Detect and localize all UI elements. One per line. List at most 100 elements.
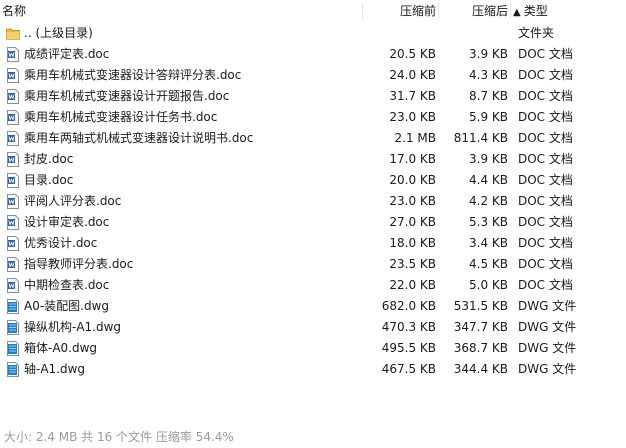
file-name: 优秀设计.doc — [24, 236, 98, 250]
file-packed-size: 4.5 KB — [469, 257, 508, 271]
file-size: 31.7 KB — [389, 89, 436, 103]
file-size: 24.0 KB — [389, 68, 436, 82]
file-packed-size: 4.4 KB — [469, 173, 508, 187]
file-packed-size: 5.0 KB — [469, 278, 508, 292]
file-type: DOC 文档 — [518, 110, 573, 124]
file-type: DOC 文档 — [518, 47, 573, 61]
file-type: DOC 文档 — [518, 194, 573, 208]
column-header-packed-size[interactable]: 压缩后 — [438, 0, 510, 22]
file-name: 乘用车机械式变速器设计答辩评分表.doc — [24, 68, 242, 82]
file-row[interactable]: 评阅人评分表.doc 23.0 KB 4.2 KB DOC 文档 — [0, 191, 626, 212]
file-name: 箱体-A0.dwg — [24, 341, 98, 355]
file-type: DOC 文档 — [518, 89, 573, 103]
file-packed-size: 368.7 KB — [453, 341, 508, 355]
archive-window: 名称 压缩前 压缩后 ▲ 类型 .. (上级目录) 文件夹成绩评定表.doc 20.5… — [0, 0, 626, 448]
doc-file-icon — [7, 194, 19, 209]
file-row[interactable]: 操纵机构-A1.dwg 470.3 KB 347.7 KB DWG 文件 — [0, 317, 626, 338]
file-type: DWG 文件 — [518, 320, 577, 334]
file-row[interactable]: 目录.doc 20.0 KB 4.4 KB DOC 文档 — [0, 170, 626, 191]
file-type: 文件夹 — [518, 26, 555, 40]
doc-file-icon — [7, 173, 19, 188]
doc-file-icon — [7, 131, 19, 146]
file-row[interactable]: 优秀设计.doc 18.0 KB 3.4 KB DOC 文档 — [0, 233, 626, 254]
file-packed-size: 3.9 KB — [469, 152, 508, 166]
file-size: 23.0 KB — [389, 110, 436, 124]
file-size: 2.1 MB — [394, 131, 436, 145]
file-row[interactable]: 成绩评定表.doc 20.5 KB 3.9 KB DOC 文档 — [0, 44, 626, 65]
file-row[interactable]: 乘用车机械式变速器设计开题报告.doc 31.7 KB 8.7 KB DOC 文档 — [0, 86, 626, 107]
column-header-size[interactable]: 压缩前 — [362, 0, 438, 22]
file-type: DWG 文件 — [518, 362, 577, 376]
dwg-file-icon — [7, 320, 19, 335]
file-size: 470.3 KB — [381, 320, 436, 334]
file-size: 467.5 KB — [381, 362, 436, 376]
file-name: 评阅人评分表.doc — [24, 194, 122, 208]
file-name: 中期检查表.doc — [24, 278, 110, 292]
file-size: 17.0 KB — [389, 152, 436, 166]
dwg-file-icon — [7, 362, 19, 377]
file-name: 指导教师评分表.doc — [24, 257, 134, 271]
file-name: 成绩评定表.doc — [24, 47, 110, 61]
file-type: DOC 文档 — [518, 173, 573, 187]
file-name: 乘用车机械式变速器设计开题报告.doc — [24, 89, 230, 103]
sort-ascending-icon: ▲ — [513, 7, 521, 18]
file-size: 682.0 KB — [381, 299, 436, 313]
file-row[interactable]: A0-装配图.dwg 682.0 KB 531.5 KB DWG 文件 — [0, 296, 626, 317]
file-type: DOC 文档 — [518, 68, 573, 82]
file-size: 20.0 KB — [389, 173, 436, 187]
file-row[interactable]: 箱体-A0.dwg 495.5 KB 368.7 KB DWG 文件 — [0, 338, 626, 359]
file-packed-size: 4.2 KB — [469, 194, 508, 208]
file-row[interactable]: 中期检查表.doc 22.0 KB 5.0 KB DOC 文档 — [0, 275, 626, 296]
column-header-name[interactable]: 名称 — [0, 0, 364, 22]
file-packed-size: 531.5 KB — [453, 299, 508, 313]
file-type: DOC 文档 — [518, 278, 573, 292]
file-name: 目录.doc — [24, 173, 74, 187]
parent-directory-row[interactable]: .. (上级目录) 文件夹 — [0, 23, 626, 44]
file-packed-size: 5.3 KB — [469, 215, 508, 229]
file-name: 乘用车两轴式机械式变速器设计说明书.doc — [24, 131, 254, 145]
file-type: DOC 文档 — [518, 131, 573, 145]
file-type: DOC 文档 — [518, 152, 573, 166]
doc-file-icon — [7, 278, 19, 293]
file-type: DWG 文件 — [518, 299, 577, 313]
file-type: DOC 文档 — [518, 236, 573, 250]
dwg-file-icon — [7, 299, 19, 314]
file-packed-size: 344.4 KB — [453, 362, 508, 376]
file-name: 封皮.doc — [24, 152, 74, 166]
file-packed-size: 3.9 KB — [469, 47, 508, 61]
file-row[interactable]: 轴-A1.dwg 467.5 KB 344.4 KB DWG 文件 — [0, 359, 626, 380]
file-name: 轴-A1.dwg — [24, 362, 86, 376]
file-size: 23.0 KB — [389, 194, 436, 208]
file-name: .. (上级目录) — [24, 26, 93, 40]
doc-file-icon — [7, 215, 19, 230]
file-row[interactable]: 乘用车机械式变速器设计任务书.doc 23.0 KB 5.9 KB DOC 文档 — [0, 107, 626, 128]
doc-file-icon — [7, 152, 19, 167]
column-header-type-label: 类型 — [523, 4, 548, 18]
status-bar: 大小: 2.4 MB 共 16 个文件 压缩率 54.4% — [4, 430, 234, 444]
file-type: DWG 文件 — [518, 341, 577, 355]
file-type: DOC 文档 — [518, 215, 573, 229]
file-size: 23.5 KB — [389, 257, 436, 271]
file-type: DOC 文档 — [518, 257, 573, 271]
doc-file-icon — [7, 68, 19, 83]
file-row[interactable]: 指导教师评分表.doc 23.5 KB 4.5 KB DOC 文档 — [0, 254, 626, 275]
file-row[interactable]: 封皮.doc 17.0 KB 3.9 KB DOC 文档 — [0, 149, 626, 170]
file-row[interactable]: 乘用车机械式变速器设计答辩评分表.doc 24.0 KB 4.3 KB DOC 文档 — [0, 65, 626, 86]
file-packed-size: 5.9 KB — [469, 110, 508, 124]
file-size: 495.5 KB — [381, 341, 436, 355]
doc-file-icon — [7, 47, 19, 62]
file-size: 27.0 KB — [389, 215, 436, 229]
file-name: 操纵机构-A1.dwg — [24, 320, 122, 334]
dwg-file-icon — [7, 341, 19, 356]
file-name: A0-装配图.dwg — [24, 299, 110, 313]
file-packed-size: 4.3 KB — [469, 68, 508, 82]
doc-file-icon — [7, 236, 19, 251]
file-packed-size: 8.7 KB — [469, 89, 508, 103]
file-name: 乘用车机械式变速器设计任务书.doc — [24, 110, 218, 124]
column-header-type[interactable]: ▲ 类型 — [510, 0, 626, 22]
file-size: 20.5 KB — [389, 47, 436, 61]
file-row[interactable]: 乘用车两轴式机械式变速器设计说明书.doc 2.1 MB 811.4 KB DOC 文… — [0, 128, 626, 149]
folder-icon — [6, 28, 20, 40]
file-size: 18.0 KB — [389, 236, 436, 250]
file-row[interactable]: 设计审定表.doc 27.0 KB 5.3 KB DOC 文档 — [0, 212, 626, 233]
